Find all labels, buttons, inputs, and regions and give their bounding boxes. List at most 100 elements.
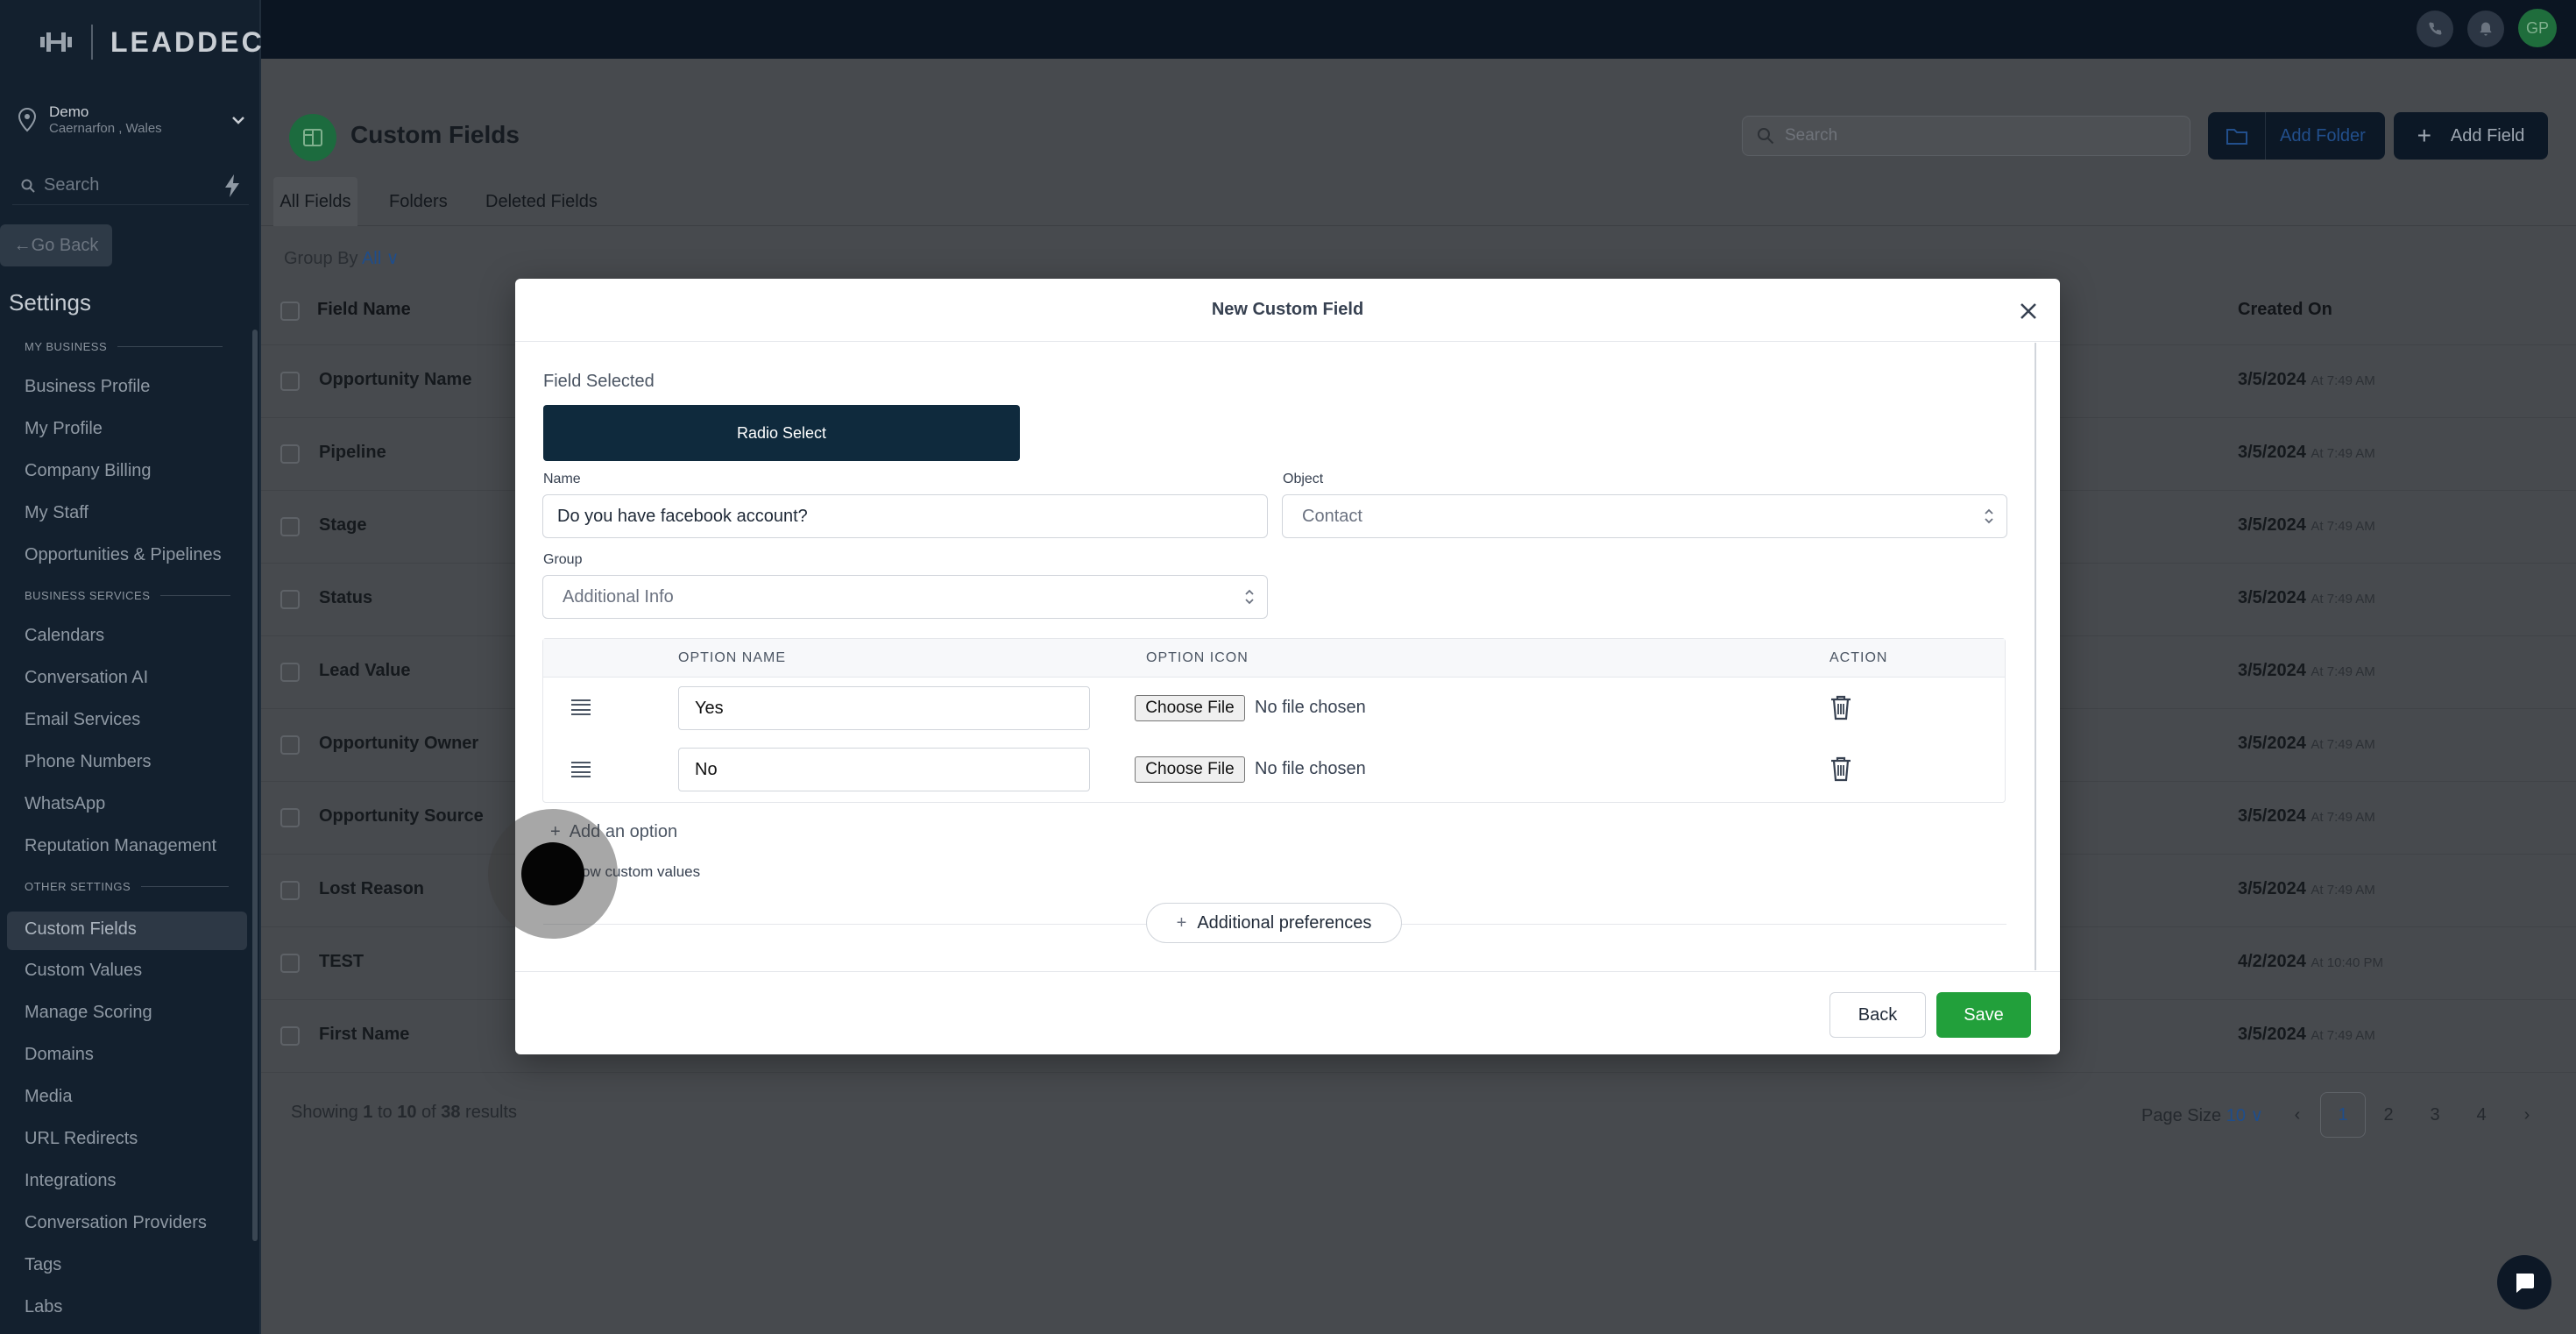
chat-widget-button[interactable] (2497, 1255, 2551, 1309)
field-name[interactable]: Lost Reason (319, 879, 424, 899)
sidebar: LEADDEC Demo Caernarfon , Wales Search ←… (0, 0, 262, 1334)
options-table: OPTION NAME OPTION ICON ACTION Yes Choos… (542, 638, 2006, 803)
add-folder-button[interactable]: Add Folder (2208, 112, 2385, 160)
tab-deleted-fields[interactable]: Deleted Fields (485, 177, 598, 226)
nav-integrations[interactable]: Integrations (25, 1171, 117, 1191)
nav-company-billing[interactable]: Company Billing (25, 461, 152, 481)
back-button[interactable]: Back (1829, 992, 1926, 1038)
nav-my-profile[interactable]: My Profile (25, 419, 103, 439)
row-checkbox[interactable] (280, 663, 300, 682)
nav-labs[interactable]: Labs (25, 1297, 62, 1317)
nav-phone-numbers[interactable]: Phone Numbers (25, 752, 152, 772)
pagination-page-4[interactable]: 4 (2459, 1092, 2504, 1138)
object-label: Object (1283, 472, 1324, 486)
modal-title: New Custom Field (515, 279, 2060, 342)
select-all-checkbox[interactable] (280, 302, 300, 321)
page-title: Custom Fields (350, 121, 520, 148)
section-other-settings: OTHER SETTINGS (25, 880, 230, 893)
modal-scrollbar[interactable] (2035, 343, 2036, 970)
sidebar-scrollbar[interactable] (252, 330, 258, 1241)
pagination-page-3[interactable]: 3 (2412, 1092, 2458, 1138)
row-checkbox[interactable] (280, 735, 300, 755)
nav-business-profile[interactable]: Business Profile (25, 377, 150, 397)
row-checkbox[interactable] (280, 372, 300, 391)
pagination-page-1[interactable]: 1 (2320, 1092, 2366, 1138)
add-field-button[interactable]: + Add Field (2394, 112, 2548, 160)
field-type-radio-select[interactable]: Radio Select (543, 405, 1020, 461)
row-checkbox[interactable] (280, 1026, 300, 1046)
nav-conversation-providers[interactable]: Conversation Providers (25, 1213, 207, 1233)
phone-icon[interactable] (2417, 11, 2453, 47)
option-name-input[interactable]: Yes (678, 686, 1090, 730)
choose-file-button[interactable]: Choose File (1135, 756, 1245, 783)
nav-conversation-ai[interactable]: Conversation AI (25, 668, 148, 688)
drag-handle-icon[interactable] (571, 762, 591, 777)
row-checkbox[interactable] (280, 808, 300, 827)
field-name[interactable]: Pipeline (319, 443, 386, 463)
pagination-page-2[interactable]: 2 (2366, 1092, 2411, 1138)
save-button[interactable]: Save (1936, 992, 2031, 1038)
close-icon[interactable] (2015, 298, 2042, 324)
field-name[interactable]: Lead Value (319, 661, 411, 681)
row-checkbox[interactable] (280, 881, 300, 900)
field-name[interactable]: First Name (319, 1025, 409, 1045)
field-name[interactable]: Opportunity Name (319, 370, 471, 390)
plus-icon: + (1176, 912, 1187, 933)
nav-domains[interactable]: Domains (25, 1045, 94, 1065)
row-checkbox[interactable] (280, 517, 300, 536)
field-name[interactable]: Opportunity Source (319, 806, 484, 827)
search-icon (21, 179, 35, 193)
location-subtitle: Caernarfon , Wales (49, 121, 162, 136)
main-search-input[interactable]: Search (1742, 116, 2190, 156)
pagination-prev[interactable]: ‹ (2275, 1092, 2320, 1138)
choose-file-button[interactable]: Choose File (1135, 695, 1245, 721)
tab-folders[interactable]: Folders (389, 177, 448, 226)
row-checkbox[interactable] (280, 444, 300, 464)
nav-custom-values[interactable]: Custom Values (25, 961, 142, 981)
nav-media[interactable]: Media (25, 1087, 72, 1107)
nav-my-staff[interactable]: My Staff (25, 503, 88, 523)
option-name-input[interactable]: No (678, 748, 1090, 791)
sidebar-search[interactable]: Search (12, 167, 249, 205)
group-label: Group (543, 552, 583, 567)
nav-email-services[interactable]: Email Services (25, 710, 140, 730)
chevron-right-icon: › (2523, 1104, 2530, 1125)
field-name[interactable]: Status (319, 588, 372, 608)
pagination-next[interactable]: › (2504, 1092, 2550, 1138)
nav-calendars[interactable]: Calendars (25, 626, 104, 646)
group-by-filter[interactable]: Group By All ∨ (284, 247, 399, 269)
page-size-select[interactable]: Page Size 10 ∨ (2141, 1104, 2263, 1126)
field-name[interactable]: Stage (319, 515, 366, 536)
trash-icon[interactable] (1829, 694, 1852, 720)
location-switcher[interactable]: Demo Caernarfon , Wales (18, 103, 245, 136)
go-back-button[interactable]: ← Go Back (0, 224, 112, 266)
updown-chevron-icon (1985, 508, 1993, 524)
bell-icon[interactable] (2467, 11, 2504, 47)
user-avatar[interactable]: GP (2518, 9, 2557, 47)
column-header-field-name[interactable]: Field Name (317, 300, 411, 320)
tab-all-fields[interactable]: All Fields (273, 177, 357, 226)
nav-whatsapp[interactable]: WhatsApp (25, 794, 105, 814)
file-status: No file chosen (1255, 698, 1366, 717)
name-input[interactable] (542, 494, 1268, 538)
nav-opportunities-pipelines[interactable]: Opportunities & Pipelines (25, 545, 222, 565)
nav-reputation-management[interactable]: Reputation Management (25, 836, 216, 856)
nav-url-redirects[interactable]: URL Redirects (25, 1129, 138, 1149)
plus-icon: + (2417, 122, 2431, 149)
nav-custom-fields[interactable]: Custom Fields (25, 919, 137, 940)
column-header-created-on[interactable]: Created On (2238, 300, 2332, 320)
lightning-icon[interactable] (223, 174, 242, 198)
field-name[interactable]: TEST (319, 952, 364, 972)
drag-handle-icon[interactable] (571, 699, 591, 715)
column-header-option-icon: OPTION ICON (1146, 650, 1249, 665)
additional-preferences-button[interactable]: + Additional preferences (1146, 903, 1402, 943)
trash-icon[interactable] (1829, 756, 1852, 782)
nav-manage-scoring[interactable]: Manage Scoring (25, 1003, 152, 1023)
row-checkbox[interactable] (280, 954, 300, 973)
group-select[interactable]: Additional Info (542, 575, 1268, 619)
field-name[interactable]: Opportunity Owner (319, 734, 478, 754)
nav-tags[interactable]: Tags (25, 1255, 61, 1275)
row-checkbox[interactable] (280, 590, 300, 609)
search-icon (1758, 128, 1774, 145)
object-select[interactable]: Contact (1282, 494, 2007, 538)
